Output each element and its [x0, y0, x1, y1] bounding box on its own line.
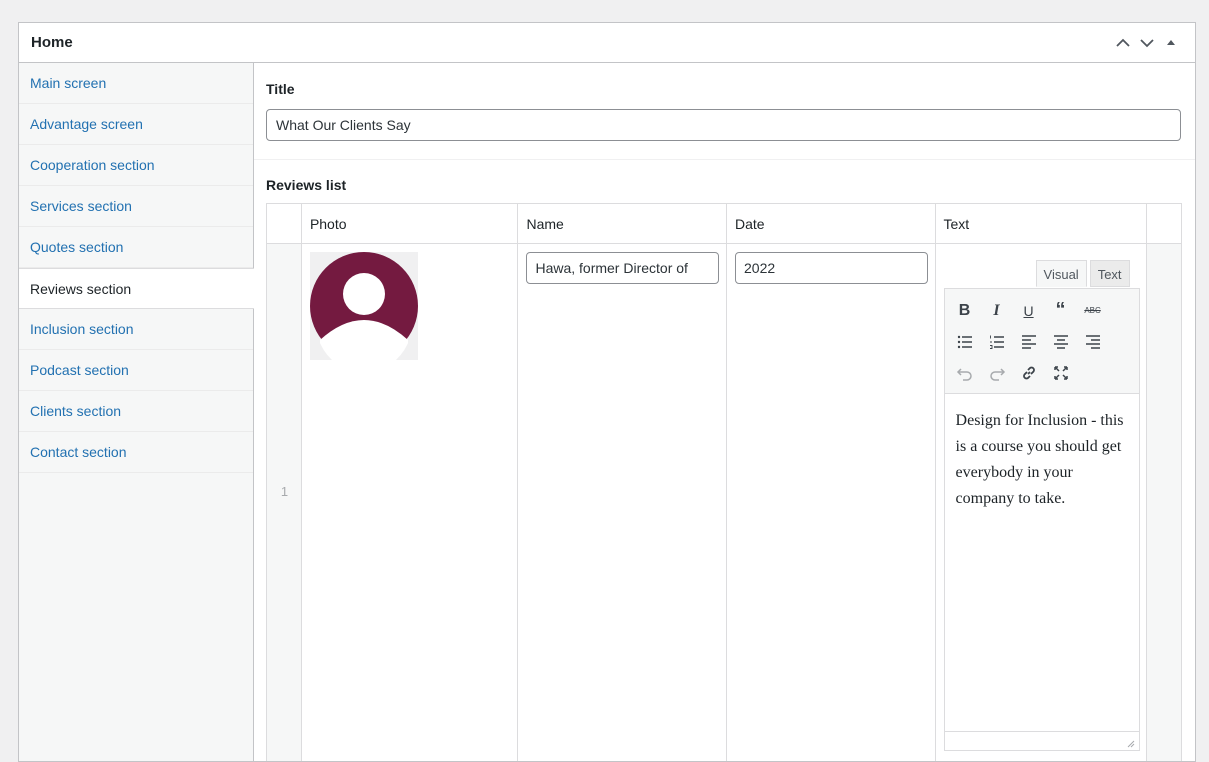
- sidebar-item-cooperation-section[interactable]: Cooperation section: [19, 145, 253, 186]
- numbered-list-icon: [989, 335, 1004, 349]
- editor-content[interactable]: Design for Inclusion - this is a course …: [943, 394, 1140, 751]
- blockquote-button[interactable]: “: [1045, 297, 1077, 325]
- redo-icon: [989, 367, 1005, 381]
- row-handle[interactable]: 1: [267, 244, 302, 761]
- sidebar-item-main-screen[interactable]: Main screen: [19, 63, 253, 104]
- sidebar-item-contact-section[interactable]: Contact section: [19, 432, 253, 473]
- sidebar-item-clients-section[interactable]: Clients section: [19, 391, 253, 432]
- sidebar-item-quotes-section[interactable]: Quotes section: [19, 227, 253, 268]
- redo-button[interactable]: [981, 359, 1013, 387]
- editor-toolbar: B I U “ ABC: [943, 288, 1140, 394]
- sidebar-item-reviews-section[interactable]: Reviews section: [19, 268, 254, 309]
- date-column-header: Date: [727, 204, 936, 243]
- wysiwyg-editor: Visual Text B I U “ ABC Design for Inclu…: [943, 252, 1140, 761]
- index-column-header: [267, 204, 302, 243]
- align-left-button[interactable]: [1013, 328, 1045, 356]
- date-cell: 2022: [727, 244, 936, 761]
- bullet-list-icon: [957, 335, 972, 348]
- name-cell: Hawa, former Director of: [518, 244, 727, 761]
- undo-button[interactable]: [949, 359, 981, 387]
- italic-button[interactable]: I: [981, 297, 1013, 325]
- user-avatar-icon: [309, 252, 418, 360]
- photo-column-header: Photo: [302, 204, 519, 243]
- bullet-list-button[interactable]: [949, 328, 981, 356]
- table-header: Photo Name Date Text: [267, 204, 1181, 244]
- align-left-icon: [1021, 334, 1036, 349]
- sidebar-item-advantage-screen[interactable]: Advantage screen: [19, 104, 253, 145]
- tab-visual[interactable]: Visual: [1035, 260, 1087, 287]
- text-cell: Visual Text B I U “ ABC Design for Inclu…: [936, 244, 1148, 761]
- metabox-title: Home: [31, 34, 73, 51]
- sidebar-item-podcast-section[interactable]: Podcast section: [19, 350, 253, 391]
- name-input[interactable]: Hawa, former Director of: [526, 252, 720, 284]
- text-column-header: Text: [936, 204, 1148, 243]
- name-column-header: Name: [518, 204, 727, 243]
- chevron-down-icon: [1140, 38, 1154, 47]
- editor-statusbar: [943, 731, 1140, 751]
- home-metabox: Home Main screen Advantage screen Cooper…: [18, 22, 1196, 762]
- field-divider: [254, 159, 1195, 160]
- reviews-list-label: Reviews list: [266, 177, 347, 193]
- photo-cell: [302, 244, 519, 761]
- title-field-label: Title: [266, 81, 295, 97]
- numbered-list-button[interactable]: [981, 328, 1013, 356]
- link-icon: [1022, 366, 1035, 379]
- metabox-header: Home: [19, 23, 1195, 63]
- reviews-repeater-table: Photo Name Date Text 1 Hawa, former Dire…: [266, 203, 1182, 761]
- table-row: 1 Hawa, former Director of 2022 Visual T…: [267, 244, 1181, 761]
- undo-icon: [956, 367, 972, 381]
- sections-sidebar: Main screen Advantage screen Cooperation…: [19, 63, 254, 761]
- section-fields: Title What Our Clients Say Reviews list …: [254, 63, 1195, 761]
- editor-tabs: Visual Text: [1035, 260, 1130, 287]
- fullscreen-button[interactable]: [1045, 359, 1077, 387]
- toggle-panel-button[interactable]: [1159, 31, 1183, 55]
- actions-column-header: [1147, 204, 1181, 243]
- title-input[interactable]: What Our Clients Say: [266, 109, 1181, 141]
- align-center-icon: [1053, 334, 1068, 349]
- underline-button[interactable]: U: [1013, 297, 1045, 325]
- move-up-button[interactable]: [1111, 31, 1135, 55]
- sidebar-item-services-section[interactable]: Services section: [19, 186, 253, 227]
- avatar[interactable]: [309, 252, 418, 360]
- chevron-up-icon: [1116, 38, 1130, 47]
- bold-button[interactable]: B: [949, 297, 981, 325]
- row-number: 1: [280, 484, 289, 499]
- tab-text[interactable]: Text: [1089, 260, 1130, 287]
- sidebar-item-inclusion-section[interactable]: Inclusion section: [19, 309, 253, 350]
- insert-link-button[interactable]: [1013, 359, 1045, 387]
- caret-up-icon: [1167, 39, 1175, 45]
- strikethrough-button[interactable]: ABC: [1077, 297, 1109, 325]
- align-right-icon: [1085, 334, 1100, 349]
- align-center-button[interactable]: [1045, 328, 1077, 356]
- align-right-button[interactable]: [1077, 328, 1109, 356]
- date-input[interactable]: 2022: [735, 252, 928, 284]
- move-down-button[interactable]: [1135, 31, 1159, 55]
- row-actions[interactable]: [1147, 244, 1181, 761]
- fullscreen-icon: [1053, 365, 1068, 380]
